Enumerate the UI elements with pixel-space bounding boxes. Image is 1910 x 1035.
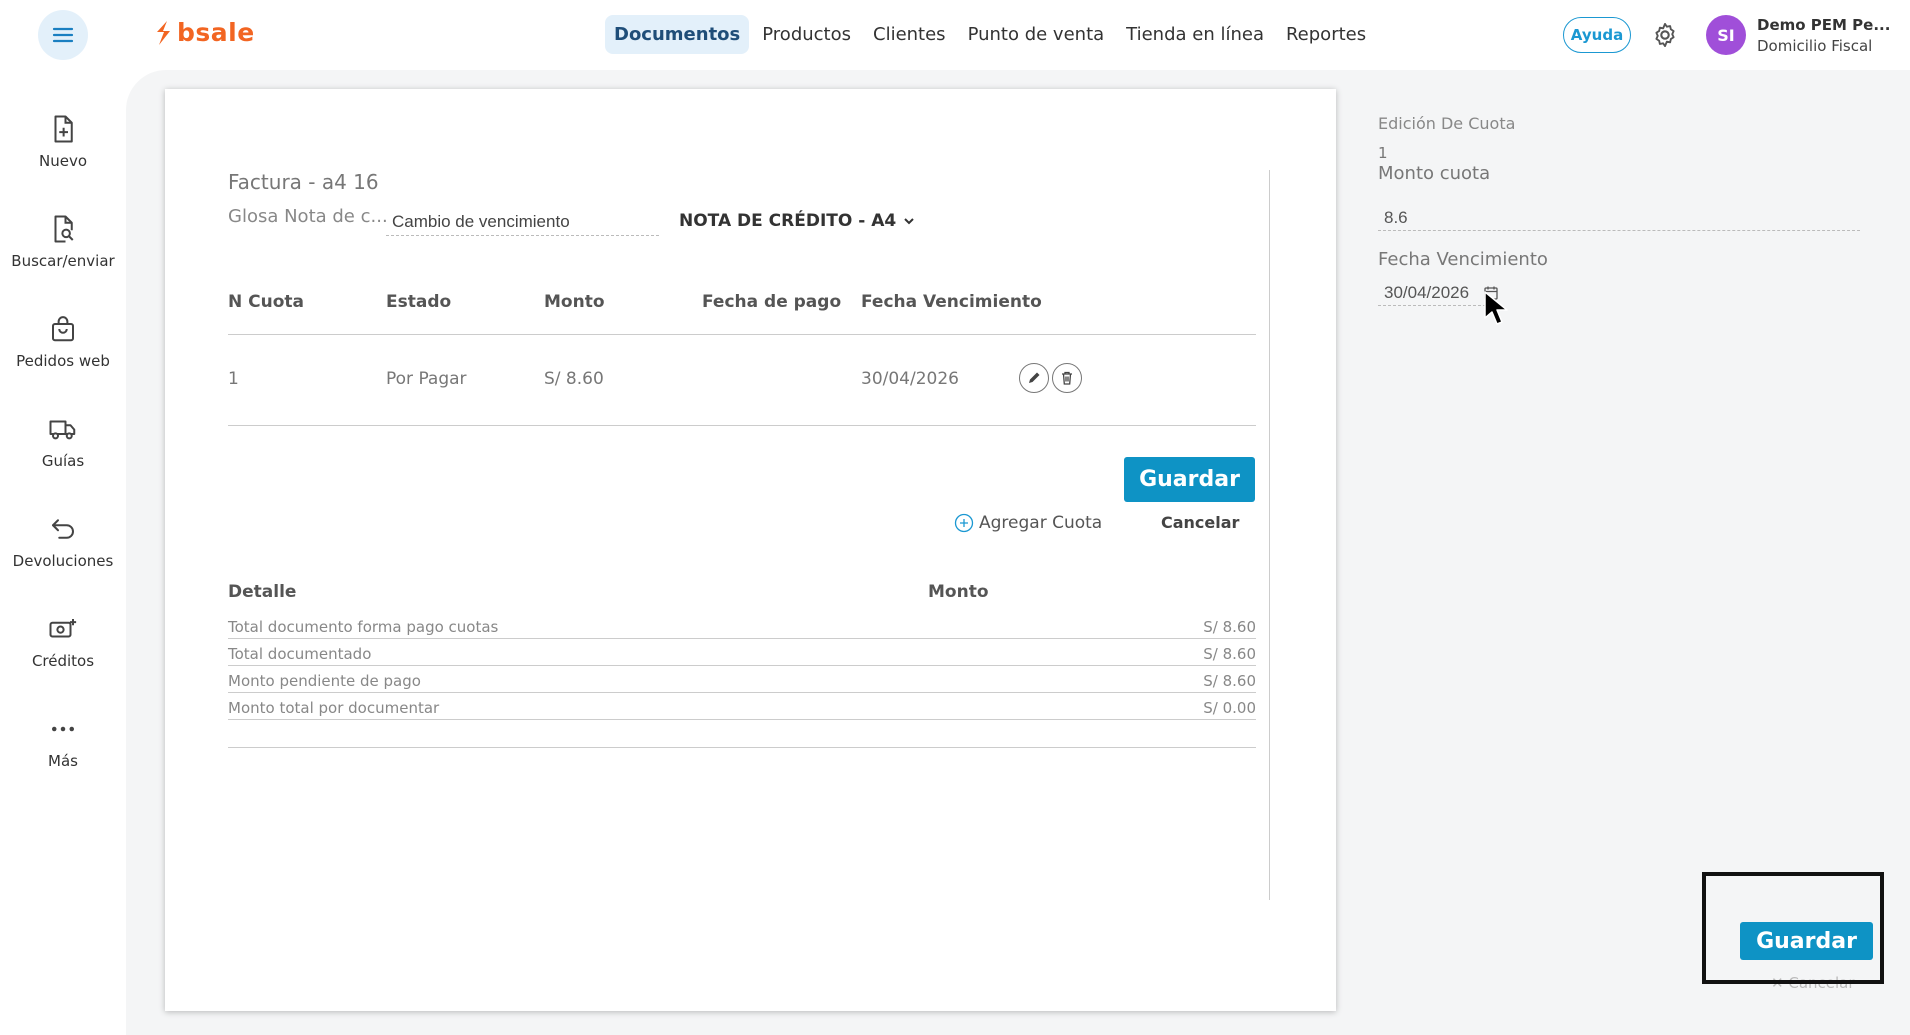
pencil-icon bbox=[1029, 372, 1040, 383]
detail-value: S/ 8.60 bbox=[1203, 645, 1256, 663]
hamburger-icon bbox=[52, 27, 74, 43]
sidebar-item-label: Pedidos web bbox=[16, 352, 110, 370]
bsale-logo[interactable]: bsale bbox=[153, 18, 255, 47]
more-dots-icon bbox=[52, 726, 74, 732]
document-type-label: NOTA DE CRÉDITO - A4 bbox=[679, 211, 897, 231]
sidebar-item-label: Créditos bbox=[31, 652, 95, 670]
detail-row: Monto pendiente de pago S/ 8.60 bbox=[228, 666, 1256, 693]
document-title: Factura - a4 16 bbox=[228, 170, 379, 194]
cuota-status: Por Pagar bbox=[386, 369, 467, 389]
nav-punto-de-venta[interactable]: Punto de venta bbox=[959, 15, 1114, 54]
fecha-vencimiento-input[interactable] bbox=[1378, 280, 1486, 306]
return-arrow-icon bbox=[52, 519, 74, 539]
nav-productos[interactable]: Productos bbox=[753, 15, 860, 54]
delete-cuota-button[interactable] bbox=[1052, 363, 1082, 393]
table-header: N Cuota bbox=[228, 292, 305, 312]
user-location: Domicilio Fiscal bbox=[1757, 37, 1873, 55]
top-bar: bsale Documentos Productos Clientes Punt… bbox=[0, 0, 1910, 70]
nav-reportes[interactable]: Reportes bbox=[1277, 15, 1375, 54]
sidebar-item-buscar-enviar[interactable]: Buscar/enviar bbox=[0, 214, 126, 270]
detail-label: Total documento forma pago cuotas bbox=[228, 618, 499, 636]
detail-header: Detalle bbox=[228, 582, 297, 602]
detail-value: S/ 0.00 bbox=[1203, 699, 1256, 717]
sidebar-item-pedidos-web[interactable]: Pedidos web bbox=[0, 314, 126, 370]
table-header: Fecha Vencimiento bbox=[861, 292, 1042, 312]
cuota-due-date: 30/04/2026 bbox=[861, 369, 959, 389]
edit-cuota-number: 1 bbox=[1378, 144, 1388, 162]
cuota-number: 1 bbox=[228, 369, 239, 389]
cuota-amount: S/ 8.60 bbox=[544, 369, 604, 389]
user-name[interactable]: Demo PEM Pe... bbox=[1757, 16, 1890, 34]
mouse-cursor-icon bbox=[1484, 291, 1508, 325]
file-plus-icon bbox=[54, 115, 73, 143]
add-cuota-button[interactable]: Agregar Cuota bbox=[954, 513, 1102, 533]
divider bbox=[1269, 170, 1270, 900]
detail-label: Total documentado bbox=[228, 645, 372, 663]
trash-icon bbox=[1062, 371, 1072, 385]
detail-label: Monto total por documentar bbox=[228, 699, 440, 717]
sidebar-item-label: Guías bbox=[41, 452, 85, 470]
help-button[interactable]: Ayuda bbox=[1563, 17, 1631, 53]
plus-circle-icon bbox=[954, 513, 974, 533]
focus-highlight bbox=[1702, 872, 1884, 984]
edit-panel-title: Edición De Cuota bbox=[1378, 114, 1516, 133]
detail-row: Total documentado S/ 8.60 bbox=[228, 639, 1256, 666]
detail-row: Monto total por documentar S/ 0.00 bbox=[228, 693, 1256, 720]
main-nav: Documentos Productos Clientes Punto de v… bbox=[605, 15, 1375, 54]
sidebar-item-label: Devoluciones bbox=[12, 552, 114, 570]
avatar[interactable]: SI bbox=[1706, 15, 1746, 55]
save-button[interactable]: Guardar bbox=[1124, 457, 1255, 502]
glosa-label: Glosa Nota de c... bbox=[228, 206, 388, 227]
table-header: Fecha de pago bbox=[702, 292, 842, 312]
nav-clientes[interactable]: Clientes bbox=[864, 15, 955, 54]
edit-cuota-button[interactable] bbox=[1019, 363, 1049, 393]
monto-cuota-label: Monto cuota bbox=[1378, 163, 1491, 184]
file-search-icon bbox=[54, 215, 74, 243]
divider bbox=[228, 334, 1256, 335]
bsale-logo-icon bbox=[157, 20, 170, 45]
glosa-input[interactable] bbox=[386, 208, 659, 236]
nav-tienda-en-linea[interactable]: Tienda en línea bbox=[1117, 15, 1273, 54]
sidebar-item-guias[interactable]: Guías bbox=[0, 414, 126, 470]
detail-amount-header: Monto bbox=[928, 582, 989, 602]
table-header: Estado bbox=[386, 292, 452, 312]
truck-icon bbox=[49, 420, 76, 440]
sidebar-item-creditos[interactable]: Créditos bbox=[0, 614, 126, 670]
detail-row: Total documento forma pago cuotas S/ 8.6… bbox=[228, 612, 1256, 639]
add-cuota-label: Agregar Cuota bbox=[979, 513, 1103, 533]
nav-documentos[interactable]: Documentos bbox=[605, 15, 750, 54]
credit-money-icon bbox=[49, 619, 77, 638]
logo-text: bsale bbox=[177, 18, 255, 47]
sidebar-item-devoluciones[interactable]: Devoluciones bbox=[0, 514, 126, 570]
shopping-bag-icon bbox=[52, 316, 74, 342]
table-header: Monto bbox=[544, 292, 605, 312]
monto-cuota-input[interactable] bbox=[1378, 205, 1860, 231]
sidebar-item-label: Buscar/enviar bbox=[11, 252, 115, 270]
sidebar-item-nuevo[interactable]: Nuevo bbox=[0, 114, 126, 170]
document-type-select[interactable]: NOTA DE CRÉDITO - A4 bbox=[679, 211, 916, 231]
chevron-down-icon bbox=[904, 218, 914, 225]
divider bbox=[228, 425, 1256, 426]
divider bbox=[228, 747, 1256, 748]
menu-toggle-button[interactable] bbox=[38, 10, 88, 60]
detail-value: S/ 8.60 bbox=[1203, 618, 1256, 636]
detail-label: Monto pendiente de pago bbox=[228, 672, 421, 690]
detail-value: S/ 8.60 bbox=[1203, 672, 1256, 690]
gear-icon[interactable] bbox=[1651, 21, 1679, 49]
sidebar-item-label: Nuevo bbox=[38, 152, 87, 170]
sidebar-item-mas[interactable]: Más bbox=[0, 714, 126, 770]
fecha-vencimiento-label: Fecha Vencimiento bbox=[1378, 249, 1548, 270]
sidebar-item-label: Más bbox=[48, 752, 78, 770]
cancel-button[interactable]: Cancelar bbox=[1161, 513, 1239, 532]
